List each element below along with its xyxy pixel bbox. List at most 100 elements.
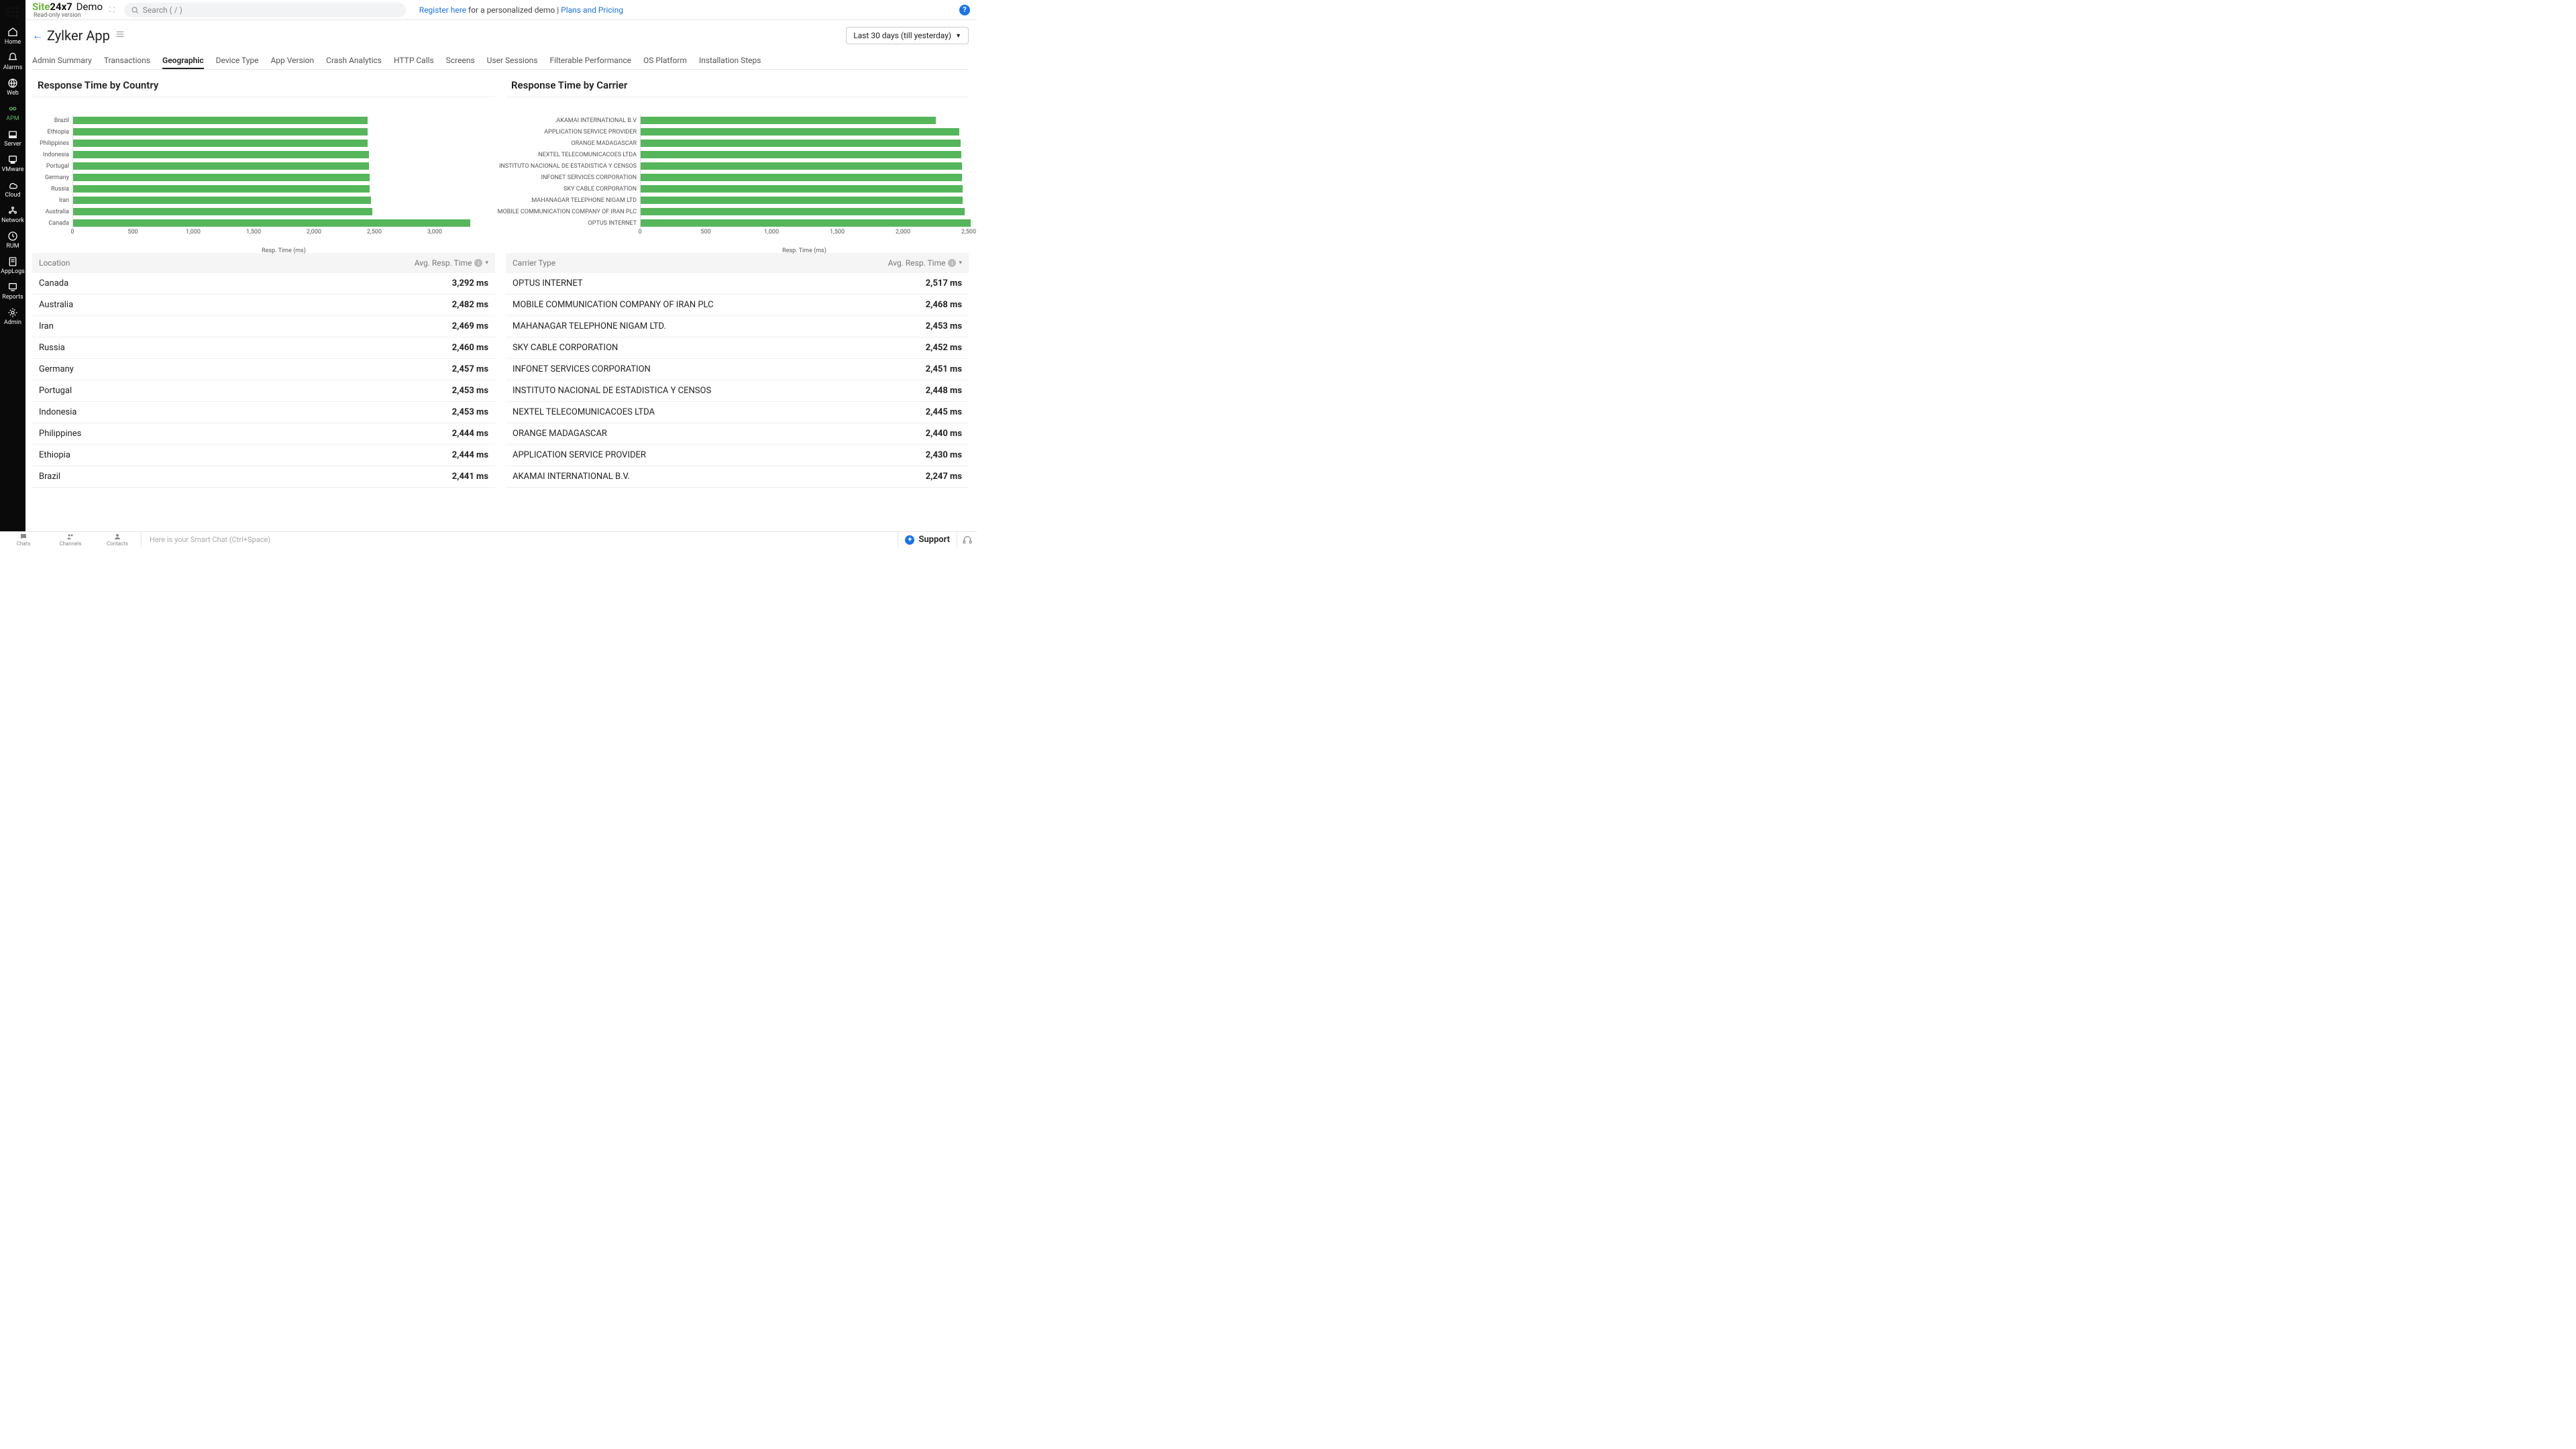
tab-screens[interactable]: Screens <box>446 54 475 69</box>
sidebar-item-alarms[interactable]: Alarms <box>1 48 25 74</box>
topbar: Site24x7 Demo Read-only version ⛶ Search… <box>25 0 977 20</box>
date-range-picker[interactable]: Last 30 days (till yesterday)▼ <box>846 27 969 44</box>
column-location[interactable]: Location <box>39 258 70 268</box>
logo[interactable]: Site24x7 Demo Read-only version <box>32 1 103 19</box>
column-carrier-type[interactable]: Carrier Type <box>513 258 555 268</box>
tab-admin-summary[interactable]: Admin Summary <box>32 54 92 69</box>
chart-bar-label: ORANGE MADAGASCAR <box>506 140 640 147</box>
table-row[interactable]: Indonesia2,453 ms <box>32 402 495 423</box>
bottom-chats[interactable]: Chats <box>0 533 47 547</box>
table-row[interactable]: NEXTEL TELECOMUNICACOES LTDA2,445 ms <box>506 402 969 423</box>
chart-bar[interactable] <box>641 219 971 227</box>
table-row[interactable]: Philippines2,444 ms <box>32 423 495 445</box>
table-row[interactable]: MAHANAGAR TELEPHONE NIGAM LTD.2,453 ms <box>506 316 969 337</box>
table-row[interactable]: Canada3,292 ms <box>32 273 495 294</box>
tab-installation-steps[interactable]: Installation Steps <box>699 54 761 69</box>
table-row[interactable]: Australia2,482 ms <box>32 294 495 316</box>
headset-icon[interactable] <box>957 532 977 547</box>
search-input[interactable]: Search ( / ) <box>124 3 406 17</box>
tab-crash-analytics[interactable]: Crash Analytics <box>326 54 382 69</box>
table-row[interactable]: AKAMAI INTERNATIONAL B.V.2,247 ms <box>506 466 969 488</box>
chart-bar[interactable] <box>641 185 963 193</box>
table-row[interactable]: Ethiopia2,444 ms <box>32 445 495 466</box>
table-row[interactable]: Germany2,457 ms <box>32 359 495 380</box>
chart-bar[interactable] <box>73 140 368 147</box>
info-icon[interactable]: i <box>948 259 956 267</box>
chart-bar[interactable] <box>641 174 962 181</box>
chart-bar[interactable] <box>641 140 961 147</box>
chart-bar[interactable] <box>641 151 961 158</box>
column-avg-resp-time[interactable]: Avg. Resp. Time i ▾ <box>888 258 962 268</box>
table-row[interactable]: Portugal2,453 ms <box>32 380 495 402</box>
row-name: Australia <box>39 300 73 310</box>
chart-country[interactable]: BrazilEthiopiaPhilippinesIndonesiaPortug… <box>32 103 495 245</box>
chart-bar[interactable] <box>641 128 959 136</box>
table-row[interactable]: APPLICATION SERVICE PROVIDER2,430 ms <box>506 445 969 466</box>
chart-bar[interactable] <box>641 117 936 124</box>
sidebar-item-applogs[interactable]: AppLogs <box>1 252 25 278</box>
chart-bar[interactable] <box>73 174 370 181</box>
smart-chat-input[interactable]: Here is your Smart Chat (Ctrl+Space) <box>141 532 898 547</box>
chart-bar-label: NEXTEL TELECOMUNICACOES LTDA <box>506 152 640 158</box>
info-icon[interactable]: i <box>474 259 482 267</box>
table-row[interactable]: INFONET SERVICES CORPORATION2,451 ms <box>506 359 969 380</box>
tab-http-calls[interactable]: HTTP Calls <box>394 54 434 69</box>
chart-bar[interactable] <box>73 128 368 136</box>
chart-bar[interactable] <box>73 197 371 204</box>
table-row[interactable]: Brazil2,441 ms <box>32 466 495 488</box>
chart-bar-label: Brazil <box>32 117 72 124</box>
sidebar-item-admin[interactable]: Admin <box>1 303 25 329</box>
column-avg-resp-time[interactable]: Avg. Resp. Time i ▾ <box>415 258 488 268</box>
sidebar-item-rum[interactable]: RUM <box>1 227 25 252</box>
sidebar: HomeAlarmsWebAPMServerVMwareCloudNetwork… <box>0 0 25 531</box>
tab-app-version[interactable]: App Version <box>270 54 314 69</box>
chart-bar[interactable] <box>73 162 369 170</box>
chart-bar[interactable] <box>73 219 470 227</box>
table-row[interactable]: OPTUS INTERNET2,517 ms <box>506 273 969 294</box>
table-row[interactable]: ORANGE MADAGASCAR2,440 ms <box>506 423 969 445</box>
chart-bar[interactable] <box>73 185 370 193</box>
chart-bar[interactable] <box>641 162 962 170</box>
row-name: Iran <box>39 321 54 331</box>
tab-device-type[interactable]: Device Type <box>216 54 259 69</box>
bottom-contacts[interactable]: Contacts <box>94 533 141 547</box>
chart-bar-label: Canada <box>32 220 72 227</box>
table-row[interactable]: INSTITUTO NACIONAL DE ESTADISTICA Y CENS… <box>506 380 969 402</box>
apps-grid-icon[interactable] <box>7 7 18 17</box>
page-menu-icon[interactable] <box>115 30 125 42</box>
sidebar-item-apm[interactable]: APM <box>1 99 25 125</box>
sidebar-item-cloud[interactable]: Cloud <box>1 176 25 201</box>
tab-filterable-performance[interactable]: Filterable Performance <box>550 54 632 69</box>
help-icon[interactable]: ? <box>959 5 970 15</box>
expand-icon[interactable]: ⛶ <box>109 5 116 15</box>
tab-geographic[interactable]: Geographic <box>162 54 204 69</box>
sidebar-item-web[interactable]: Web <box>1 74 25 99</box>
table-row[interactable]: Russia2,460 ms <box>32 337 495 359</box>
table-row[interactable]: MOBILE COMMUNICATION COMPANY OF IRAN PLC… <box>506 294 969 316</box>
chart-bar-label: OPTUS INTERNET <box>506 220 640 227</box>
chart-bar[interactable] <box>73 208 372 215</box>
chart-bar[interactable] <box>641 197 963 204</box>
tab-os-platform[interactable]: OS Platform <box>643 54 687 69</box>
sidebar-item-network[interactable]: Network <box>1 201 25 227</box>
tab-transactions[interactable]: Transactions <box>104 54 150 69</box>
table-row[interactable]: Iran2,469 ms <box>32 316 495 337</box>
support-button[interactable]: ✦ Support <box>898 532 957 547</box>
sidebar-item-vmware[interactable]: VMware <box>1 150 25 176</box>
sidebar-item-reports[interactable]: Reports <box>1 278 25 303</box>
tab-user-sessions[interactable]: User Sessions <box>487 54 538 69</box>
panel-carrier: Response Time by Carrier AKAMAI INTERNAT… <box>506 71 969 531</box>
row-value: 2,430 ms <box>926 450 962 460</box>
row-value: 2,445 ms <box>926 407 962 417</box>
chart-bar[interactable] <box>73 117 368 124</box>
chart-bar[interactable] <box>73 151 369 158</box>
table-row[interactable]: SKY CABLE CORPORATION2,452 ms <box>506 337 969 359</box>
register-link[interactable]: Register here <box>419 5 466 15</box>
bottom-channels[interactable]: Channels <box>47 533 94 547</box>
chart-carrier[interactable]: AKAMAI INTERNATIONAL B.V.APPLICATION SER… <box>506 103 969 245</box>
sidebar-item-home[interactable]: Home <box>1 23 25 48</box>
sidebar-item-server[interactable]: Server <box>1 125 25 150</box>
chart-bar[interactable] <box>641 208 965 215</box>
back-arrow-icon[interactable]: ← <box>32 29 43 42</box>
plans-link[interactable]: Plans and Pricing <box>561 5 623 15</box>
